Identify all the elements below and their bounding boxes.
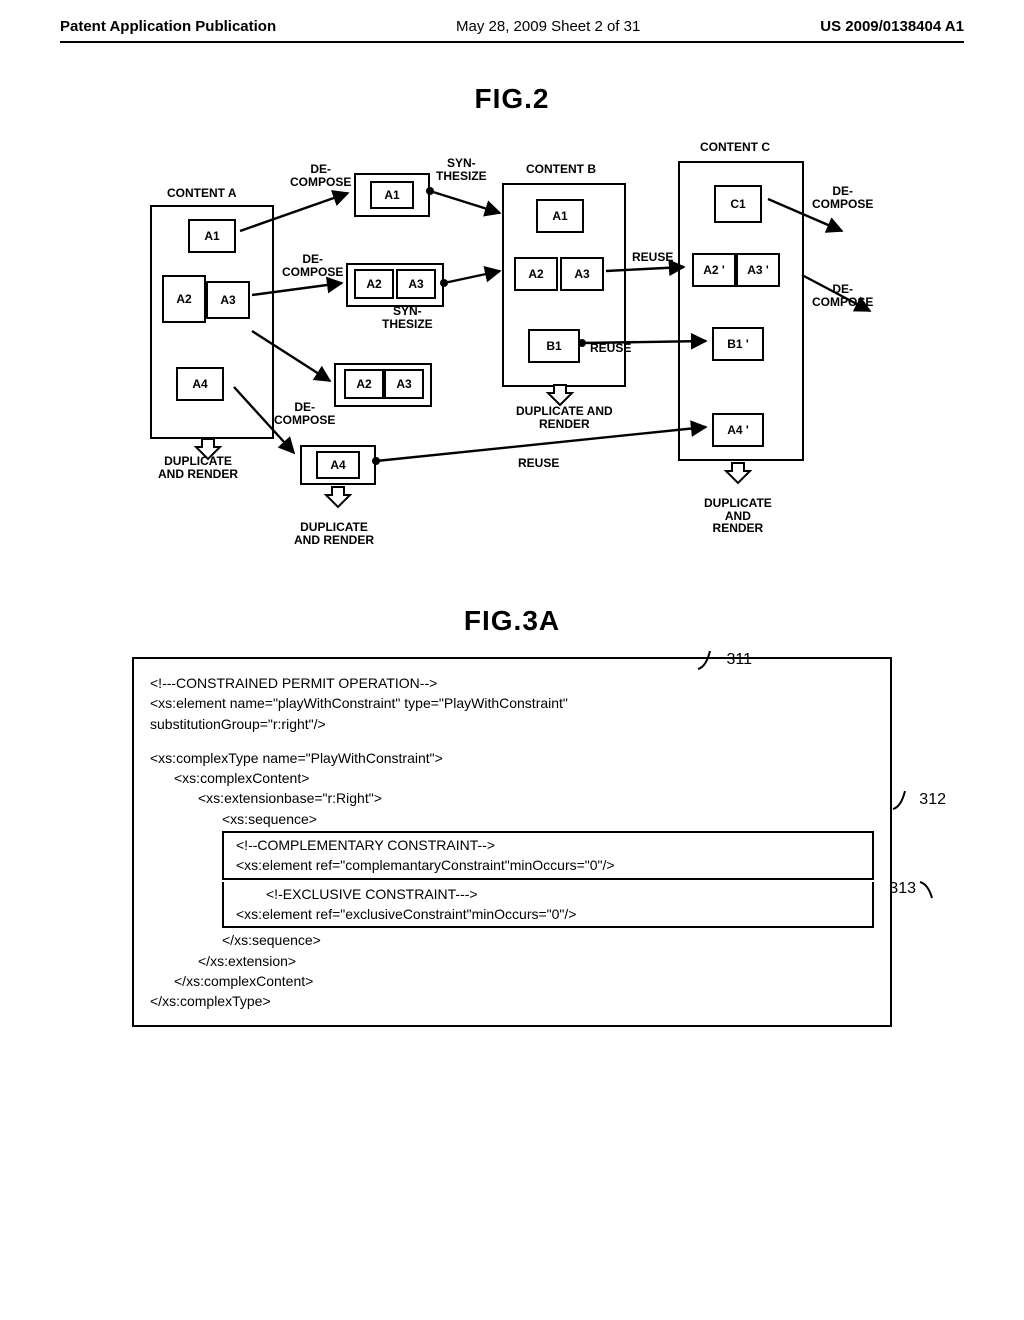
cell-b-a3: A3 — [560, 257, 604, 291]
xml-l12: </xs:sequence> — [222, 930, 874, 950]
cell-b-a1: A1 — [536, 199, 584, 233]
xml-l4: <xs:complexType name="PlayWithConstraint… — [150, 748, 874, 768]
cell-c-c1: C1 — [714, 185, 762, 223]
fig2-title: FIG.2 — [60, 83, 964, 115]
cell-b-b1: B1 — [528, 329, 580, 363]
mid-a2b: A2 — [344, 369, 384, 399]
lbl-duprender-b: DUPLICATE ANDRENDER — [516, 405, 613, 430]
lbl-reuse-3: REUSE — [518, 457, 559, 470]
mid-a4: A4 — [316, 451, 360, 479]
xml-l6: <xs:extensionbase="r:Right"> — [198, 788, 874, 808]
label-content-b: CONTENT B — [526, 163, 596, 176]
cell-c-a4p: A4 ' — [712, 413, 764, 447]
xml-l9: <xs:element ref="complemantaryConstraint… — [236, 855, 864, 875]
page-header: Patent Application Publication May 28, 2… — [60, 0, 964, 43]
lbl-decompose-4: DE-COMPOSE — [812, 185, 873, 210]
lbl-reuse-1: REUSE — [632, 251, 673, 264]
lbl-decompose-3: DE-COMPOSE — [274, 401, 335, 426]
label-content-c: CONTENT C — [700, 141, 770, 154]
lbl-duprender-m: DUPLICATEAND RENDER — [294, 521, 374, 546]
xml-box-312: <!--COMPLEMENTARY CONSTRAINT--> <xs:elem… — [222, 831, 874, 880]
lbl-decompose-5: DE-COMPOSE — [812, 283, 873, 308]
xml-l8: <!--COMPLEMENTARY CONSTRAINT--> — [236, 835, 864, 855]
xml-l7: <xs:sequence> — [222, 809, 874, 829]
xml-l15: </xs:complexType> — [150, 991, 874, 1011]
header-mid: May 28, 2009 Sheet 2 of 31 — [456, 18, 640, 35]
cell-a2: A2 — [162, 275, 206, 323]
xml-l11: <xs:element ref="exclusiveConstraint"min… — [236, 904, 864, 924]
mid-a3: A3 — [396, 269, 436, 299]
cell-a3: A3 — [206, 281, 250, 319]
xml-l3: substitutionGroup="r:right"/> — [150, 714, 874, 734]
xml-box-313: <!-EXCLUSIVE CONSTRAINT---> <xs:element … — [222, 882, 874, 929]
fig2-diagram: CONTENT A CONTENT B CONTENT C A1 A2 A3 A… — [122, 135, 902, 565]
lbl-duprender-c: DUPLICATEANDRENDER — [704, 497, 772, 535]
xml-l1: <!---CONSTRAINED PERMIT OPERATION--> — [150, 673, 874, 693]
xml-l14: </xs:complexContent> — [174, 971, 874, 991]
xml-l13: </xs:extension> — [198, 951, 874, 971]
xml-box-311: <!---CONSTRAINED PERMIT OPERATION--> <xs… — [132, 657, 892, 1027]
label-content-a: CONTENT A — [167, 187, 237, 200]
xml-l10: <!-EXCLUSIVE CONSTRAINT---> — [266, 884, 864, 904]
mid-a1: A1 — [370, 181, 414, 209]
lbl-reuse-2: REUSE — [590, 342, 631, 355]
fig3a-title: FIG.3A — [60, 605, 964, 637]
cell-a1: A1 — [188, 219, 236, 253]
lbl-synth-2: SYN-THESIZE — [382, 305, 433, 330]
header-right: US 2009/0138404 A1 — [820, 18, 964, 35]
mid-a3b: A3 — [384, 369, 424, 399]
cell-a4: A4 — [176, 367, 224, 401]
cell-c-a2p: A2 ' — [692, 253, 736, 287]
lbl-duprender-a: DUPLICATEAND RENDER — [158, 455, 238, 480]
fig3a-diagram: 311 <!---CONSTRAINED PERMIT OPERATION-->… — [132, 657, 892, 1027]
cell-c-b1p: B1 ' — [712, 327, 764, 361]
callout-312: 312 — [889, 787, 946, 813]
mid-a2: A2 — [354, 269, 394, 299]
cell-b-a2: A2 — [514, 257, 558, 291]
xml-l5: <xs:complexContent> — [174, 768, 874, 788]
xml-l2: <xs:element name="playWithConstraint" ty… — [150, 693, 874, 713]
callout-313: 313 — [889, 877, 946, 900]
lbl-synth-1: SYN-THESIZE — [436, 157, 487, 182]
lbl-decompose-2: DE-COMPOSE — [282, 253, 343, 278]
lbl-decompose-1: DE-COMPOSE — [290, 163, 351, 188]
header-left: Patent Application Publication — [60, 18, 276, 35]
cell-c-a3p: A3 ' — [736, 253, 780, 287]
